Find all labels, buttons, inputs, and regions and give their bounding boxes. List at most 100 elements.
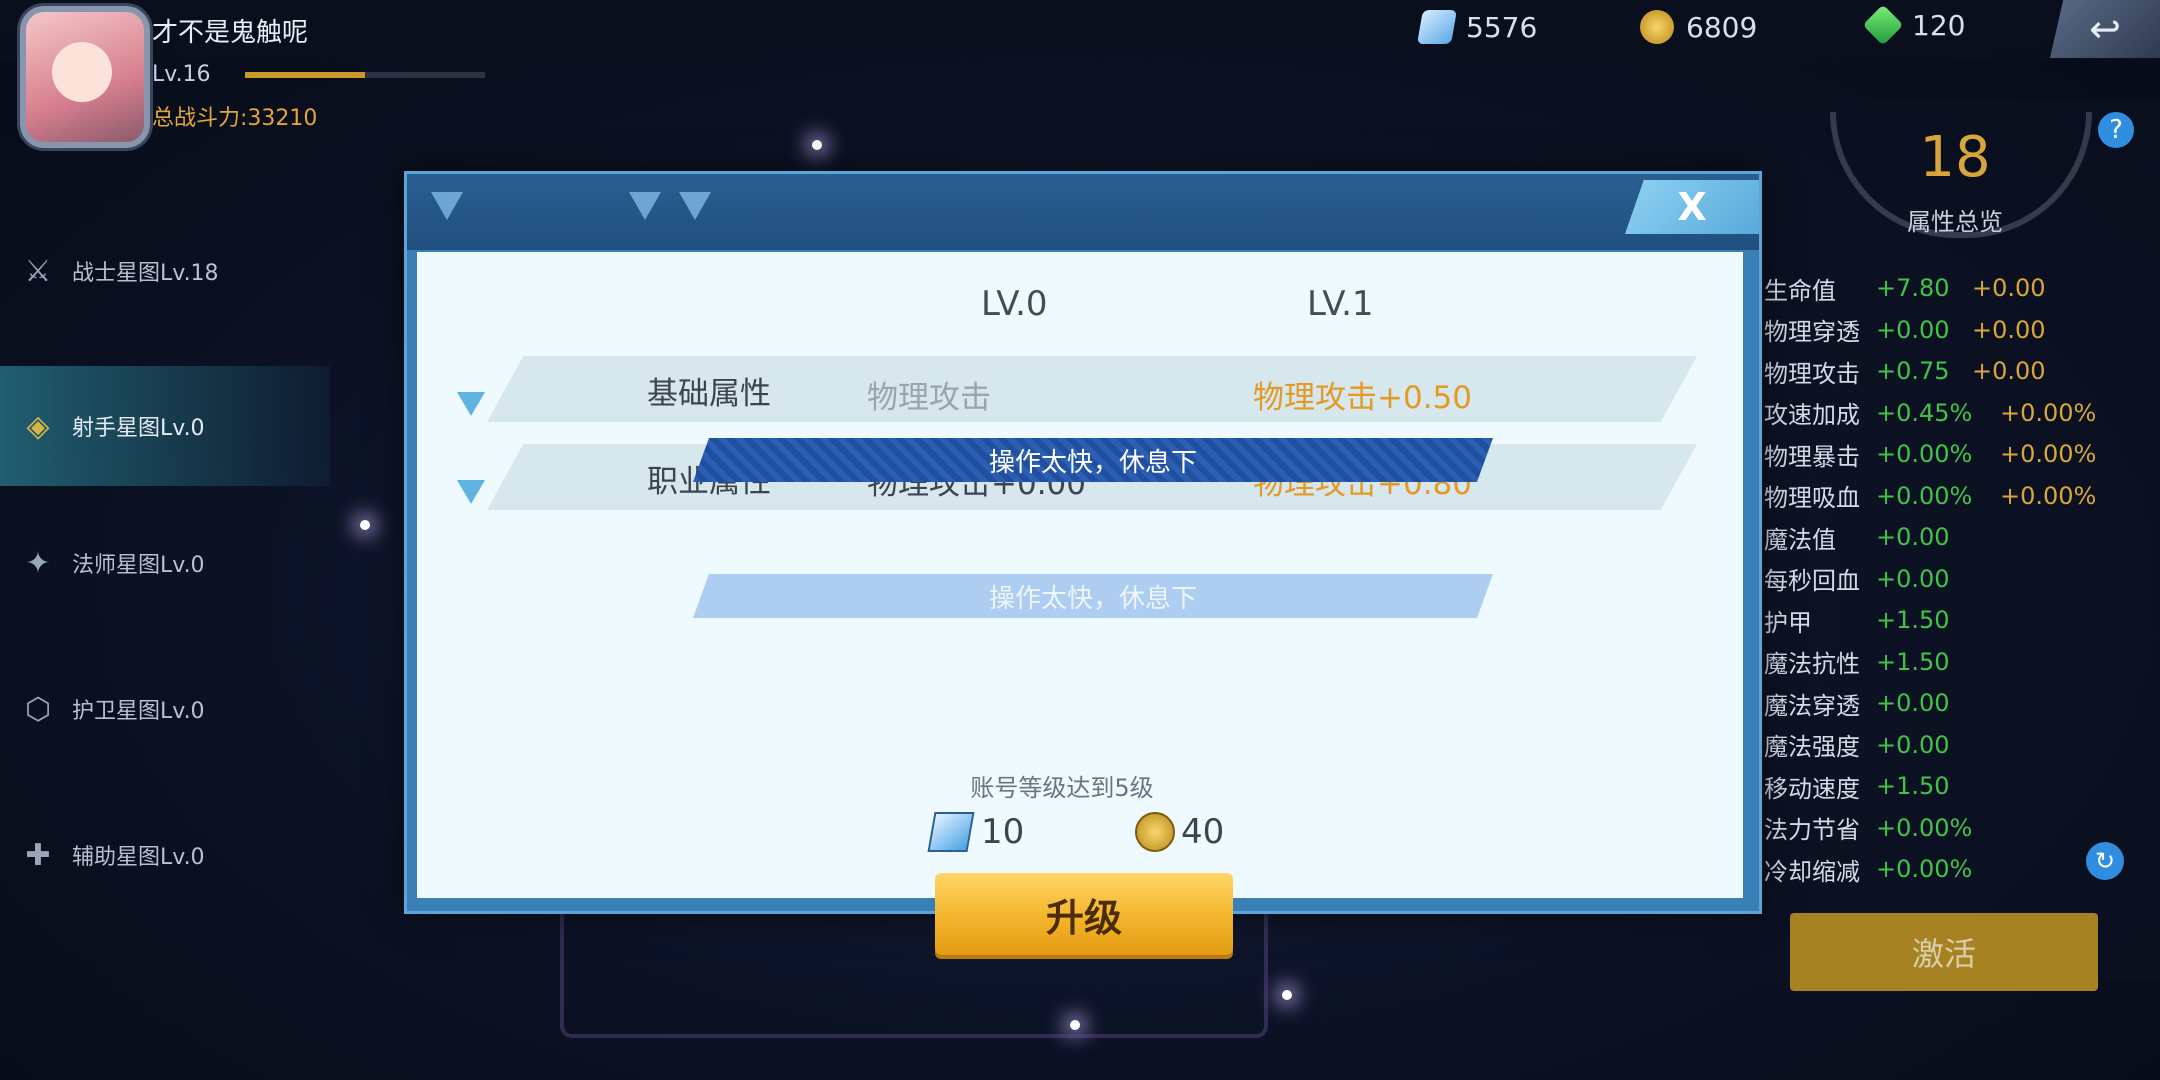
green-gem-plus-icon — [1862, 4, 1904, 46]
stat-name: 物理攻击 — [1764, 359, 1860, 388]
top-bar — [0, 0, 2160, 60]
attribute-stat-row: 物理攻击 +0.75 +0.00 — [1764, 351, 2046, 391]
rate-limit-toast-fading: 操作太快，休息下 — [693, 574, 1493, 618]
archer-emblem-icon: ◈ — [26, 408, 50, 444]
total-power: 总战斗力:33210 — [152, 106, 318, 131]
stat-name: 每秒回血 — [1764, 567, 1860, 595]
current-level-heading: LV.0 — [981, 284, 1048, 324]
stat-value-current: +1.50 — [1876, 606, 1950, 634]
stat-value-current: +0.00% — [1876, 855, 1973, 883]
stat-value-current: +0.00% — [1876, 481, 1973, 510]
sidebar-item-support[interactable]: ✚ 辅助星图Lv.0 — [0, 800, 330, 910]
help-icon[interactable]: ? — [2098, 112, 2134, 148]
attribute-stat-row: 冷却缩减 +0.00% — [1764, 849, 2000, 889]
mage-emblem-icon: ✦ — [25, 545, 51, 581]
background-star — [360, 520, 370, 530]
sidebar-item-warrior[interactable]: ⚔ 战士星图Lv.18 — [0, 216, 330, 326]
attribute-stat-row: 法力节省 +0.00% — [1764, 808, 2000, 848]
next-level-heading: LV.1 — [1307, 284, 1374, 324]
back-button[interactable]: ↩ — [2050, 0, 2160, 58]
row-next-value: 物理攻击+0.50 — [1253, 380, 1472, 416]
background-star — [812, 140, 822, 150]
stat-value-current: +0.00 — [1876, 564, 1950, 593]
stat-name: 冷却缩减 — [1764, 857, 1860, 886]
warrior-emblem-icon: ⚔ — [24, 253, 52, 289]
stat-name: 护甲 — [1764, 608, 1812, 637]
header-decoration — [629, 192, 661, 220]
support-emblem-icon: ✚ — [25, 837, 51, 873]
cost-gold: 40 — [1135, 812, 1224, 852]
stat-value-current: +0.00 — [1876, 523, 1950, 551]
stat-value-bonus: +0.00 — [1972, 357, 2046, 385]
avatar-face — [52, 42, 112, 102]
resource-value: 5576 — [1466, 10, 1538, 44]
upgrade-dialog: X LV.0 LV.1 基础属性 物理攻击 物理攻击+0.50 职业属性 物理攻… — [404, 171, 1762, 955]
header-decoration — [431, 192, 463, 220]
attribute-stat-row: 每秒回血 +0.00 — [1764, 559, 1972, 599]
requirement-text: 账号等级达到5级 — [970, 774, 1154, 802]
attribute-stat-row: 魔法抗性 +1.50 — [1764, 642, 1972, 682]
attribute-stat-row: 生命值 +7.80 +0.00 — [1764, 268, 2046, 308]
back-arrow-icon: ↩ — [2089, 7, 2121, 51]
attribute-stat-row: 移动速度 +1.50 — [1764, 766, 1972, 806]
player-level: Lv.16 — [152, 62, 211, 87]
guardian-emblem-icon: ⬡ — [24, 691, 52, 727]
stat-name: 生命值 — [1764, 276, 1836, 305]
dialog-body: LV.0 LV.1 基础属性 物理攻击 物理攻击+0.50 职业属性 物理攻击+… — [417, 252, 1743, 955]
star-crystal-icon — [1417, 10, 1457, 44]
row-marker-icon — [457, 392, 485, 416]
sidebar-item-label: 射手星图Lv.0 — [72, 416, 205, 441]
stat-value-bonus: +0.00% — [2000, 481, 2097, 510]
activate-button[interactable]: 激活 — [1790, 913, 2098, 991]
stat-value-current: +1.50 — [1876, 772, 1950, 800]
attribute-stat-row: 魔法强度 +0.00 — [1764, 725, 1972, 765]
dialog-header — [407, 174, 1759, 250]
attribute-stat-row: 护甲 +1.50 — [1764, 600, 1972, 640]
stat-name: 魔法穿透 — [1764, 691, 1860, 720]
player-avatar[interactable] — [20, 6, 150, 148]
background-star — [1282, 990, 1292, 1000]
stat-name: 法力节省 — [1764, 816, 1860, 844]
gold-coin-icon — [1640, 10, 1674, 44]
stat-name: 物理暴击 — [1764, 442, 1860, 471]
stat-name: 物理吸血 — [1764, 484, 1860, 512]
stat-value-bonus: +0.00% — [2000, 440, 2097, 468]
upgrade-button[interactable]: 升级 — [935, 873, 1233, 955]
sidebar-item-guardian[interactable]: ⬡ 护卫星图Lv.0 — [0, 654, 330, 764]
stat-name: 魔法值 — [1764, 525, 1836, 554]
stat-value-current: +1.50 — [1876, 647, 1950, 676]
stat-value-current: +0.00 — [1876, 689, 1950, 717]
attribute-stat-row: 攻速加成 +0.45% +0.00% — [1764, 393, 2096, 433]
gold-coin-icon — [1135, 812, 1175, 852]
attribute-stat-row: 物理吸血 +0.00% +0.00% — [1764, 476, 2096, 516]
stat-value-current: +0.00% — [1876, 440, 1973, 468]
resource-gold[interactable]: 6809 — [1640, 10, 1757, 44]
refresh-icon[interactable]: ↻ — [2086, 842, 2124, 880]
sidebar-item-label: 辅助星图Lv.0 — [72, 845, 205, 870]
stat-name: 魔法强度 — [1764, 733, 1860, 761]
resource-value: 120 — [1912, 8, 1966, 42]
stat-value-current: +0.75 — [1876, 357, 1950, 385]
sidebar-item-mage[interactable]: ✦ 法师星图Lv.0 — [0, 508, 330, 618]
cost-star-crystal: 10 — [927, 812, 1025, 852]
close-button[interactable]: X — [1625, 180, 1759, 234]
cost-value: 10 — [981, 812, 1025, 852]
stat-value-bonus: +0.00 — [1972, 315, 2046, 344]
stat-name: 攻速加成 — [1764, 401, 1860, 429]
rate-limit-toast: 操作太快，休息下 — [693, 438, 1493, 482]
resource-star-crystal[interactable]: 5576 — [1417, 10, 1538, 44]
sidebar-item-archer[interactable]: ◈ 射手星图Lv.0 — [0, 366, 330, 486]
player-name: 才不是鬼触呢 — [152, 18, 309, 48]
attribute-stat-row: 物理穿透 +0.00 +0.00 — [1764, 310, 2046, 350]
resource-gem[interactable]: 120 — [1862, 4, 1966, 46]
star-crystal-icon — [927, 812, 975, 852]
row-current-value: 物理攻击 — [867, 380, 991, 416]
cost-value: 40 — [1181, 812, 1225, 852]
stat-name: 魔法抗性 — [1764, 650, 1860, 678]
sidebar-item-label: 护卫星图Lv.0 — [72, 699, 205, 724]
stat-value-current: +0.00 — [1876, 730, 1950, 759]
attribute-stat-row: 魔法值 +0.00 — [1764, 517, 1972, 557]
xp-bar-fill — [245, 72, 365, 78]
sidebar-item-label: 战士星图Lv.18 — [72, 261, 219, 286]
resource-value: 6809 — [1686, 10, 1758, 44]
